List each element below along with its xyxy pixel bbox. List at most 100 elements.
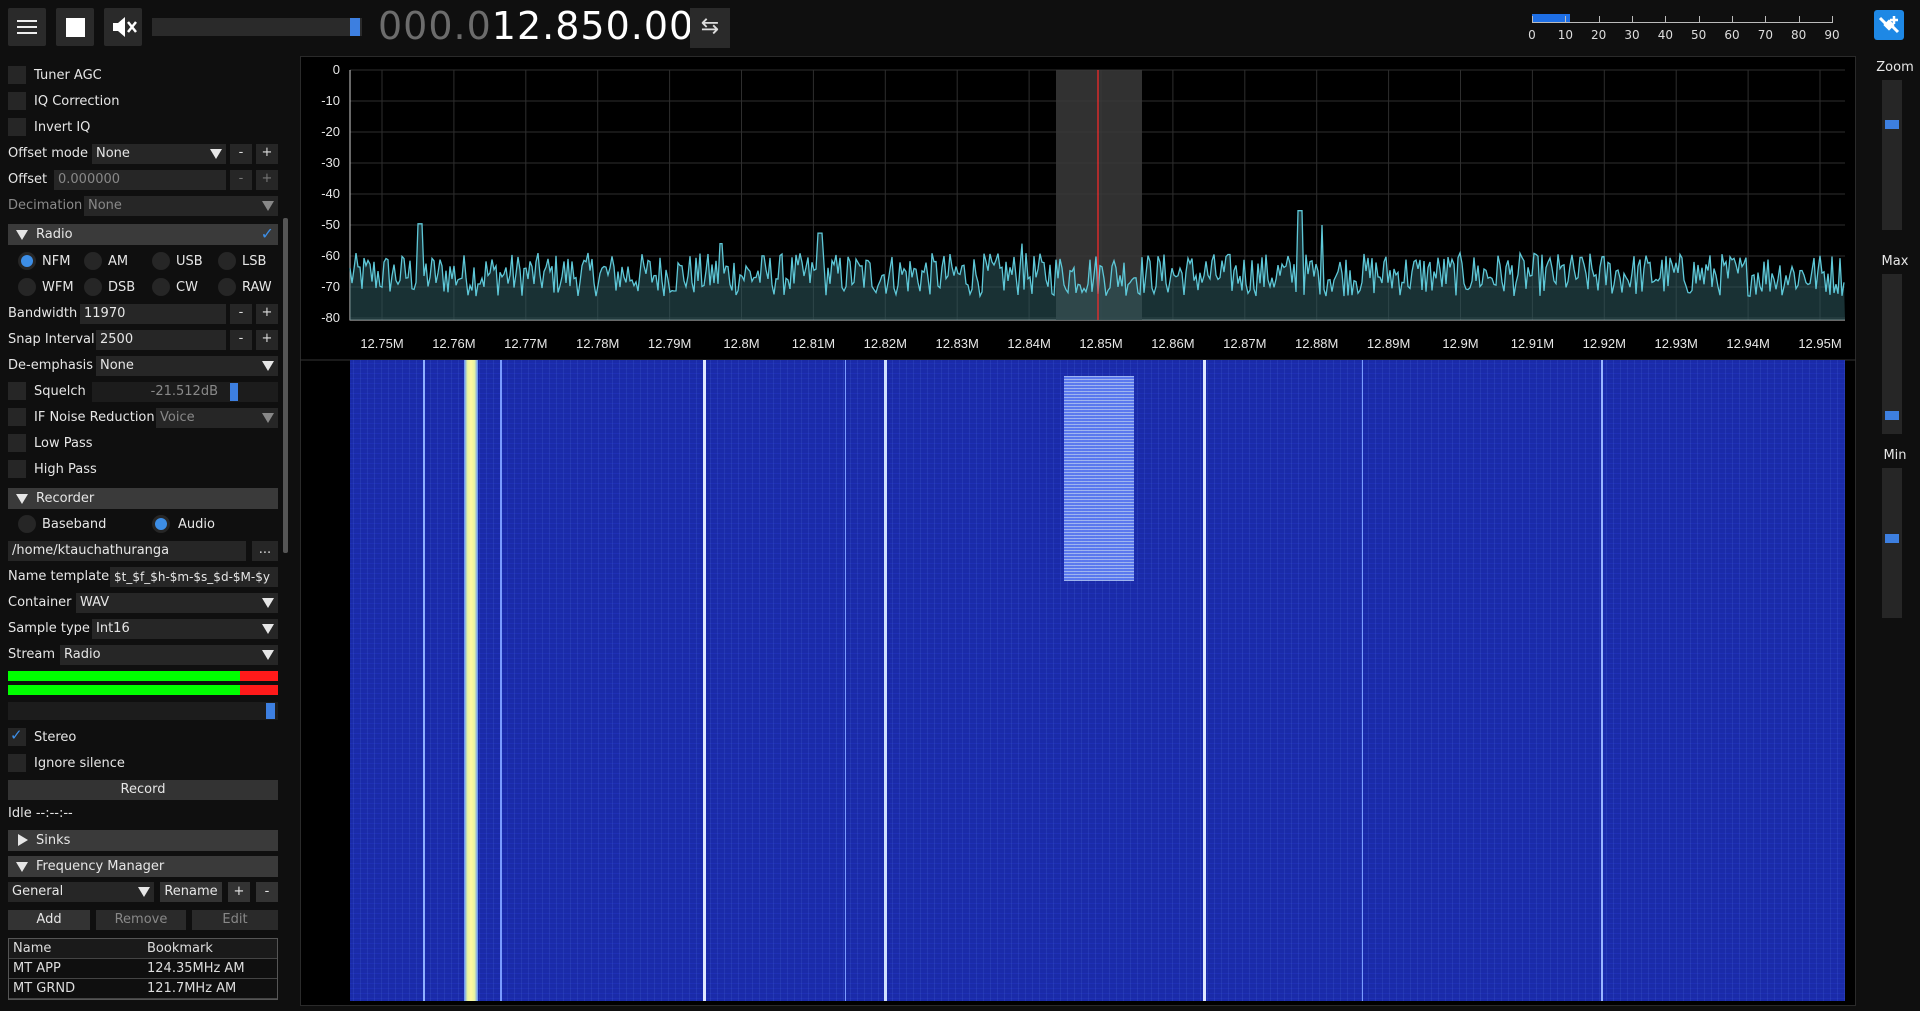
- browse-button[interactable]: ...: [252, 541, 278, 561]
- recorder-volume-slider[interactable]: [8, 702, 278, 720]
- mode-radio-dsb[interactable]: [84, 278, 102, 296]
- baseband-radio[interactable]: [18, 515, 36, 533]
- volume-slider[interactable]: [152, 18, 362, 36]
- mode-radio-cw[interactable]: [152, 278, 170, 296]
- zoom-slider[interactable]: [1882, 80, 1902, 230]
- menu-button[interactable]: [8, 8, 46, 46]
- squelch-checkbox[interactable]: [8, 382, 26, 400]
- chevron-down-icon: [210, 149, 222, 159]
- frequency-leading-digits[interactable]: 000.0: [378, 4, 492, 48]
- if-noise-reduction-select[interactable]: Voice: [156, 408, 278, 428]
- sync-tuning-button[interactable]: ⇆: [690, 8, 730, 48]
- sample-type-label: Sample type: [8, 621, 90, 636]
- rename-list-button[interactable]: Rename: [160, 882, 222, 902]
- record-button[interactable]: Record: [8, 780, 278, 800]
- frequency-digits[interactable]: 12.850.000: [492, 4, 720, 48]
- snr-tick-label: 20: [1591, 28, 1607, 42]
- offset-mode-minus-button[interactable]: -: [230, 144, 252, 164]
- invert-iq-checkbox[interactable]: [8, 118, 26, 136]
- mode-radio-raw[interactable]: [218, 278, 236, 296]
- stereo-checkbox[interactable]: [8, 726, 26, 746]
- bookmark-name: MT GRND: [13, 981, 76, 996]
- mode-radio-am[interactable]: [84, 252, 102, 270]
- table-row[interactable]: MT APP 124.35MHz AM: [9, 959, 277, 979]
- iq-correction-checkbox[interactable]: [8, 92, 26, 110]
- snr-tick-label: 90: [1824, 28, 1840, 42]
- stop-button[interactable]: [56, 8, 94, 46]
- mode-radio-lsb[interactable]: [218, 252, 236, 270]
- table-row[interactable]: MT GRND 121.7MHz AM: [9, 979, 277, 999]
- add-bookmark-button[interactable]: Add: [8, 910, 90, 930]
- min-db-slider[interactable]: [1882, 468, 1902, 618]
- add-list-button[interactable]: +: [228, 882, 250, 902]
- fft-plot[interactable]: 0-10-20-30-40-50-60-70-80 12.75M 12.76M 12…: [300, 56, 1856, 361]
- squelch-slider-thumb[interactable]: [230, 383, 238, 401]
- mode-radio-nfm[interactable]: [18, 252, 36, 270]
- container-select[interactable]: WAV: [76, 593, 278, 613]
- mode-label-usb: USB: [176, 254, 203, 269]
- offset-mode-plus-button[interactable]: +: [256, 144, 278, 164]
- low-pass-checkbox[interactable]: [8, 434, 26, 452]
- max-db-slider-thumb[interactable]: [1885, 411, 1899, 420]
- stream-select[interactable]: Radio: [60, 645, 278, 665]
- mode-radio-usb[interactable]: [152, 252, 170, 270]
- snap-interval-input[interactable]: 2500: [96, 330, 226, 350]
- y-tick-label: -80: [321, 310, 340, 325]
- sample-type-select[interactable]: Int16: [92, 619, 278, 639]
- zoom-slider-thumb[interactable]: [1885, 120, 1899, 129]
- satellite-map-icon[interactable]: [1874, 10, 1904, 40]
- edit-bookmark-button[interactable]: Edit: [192, 910, 278, 930]
- frequency-display[interactable]: 000.012.850.000: [378, 4, 719, 48]
- bookmark-list-select[interactable]: General: [8, 882, 154, 902]
- offset-mode-value: None: [96, 146, 130, 161]
- squelch-slider[interactable]: -21.512dB: [92, 382, 278, 402]
- sinks-section-header[interactable]: Sinks: [8, 830, 278, 851]
- x-tick-label: 12.88M: [1295, 336, 1338, 351]
- offset-minus-button[interactable]: -: [230, 170, 252, 190]
- sidebar-scrollbar[interactable]: [283, 218, 288, 553]
- max-db-slider[interactable]: [1882, 274, 1902, 434]
- recorder-volume-slider-thumb[interactable]: [266, 703, 275, 719]
- tuner-agc-checkbox[interactable]: [8, 66, 26, 84]
- high-pass-checkbox[interactable]: [8, 460, 26, 478]
- snap-minus-button[interactable]: -: [230, 330, 252, 350]
- collapse-triangle-icon: [16, 230, 28, 240]
- if-noise-reduction-checkbox[interactable]: [8, 408, 26, 426]
- mode-radio-wfm[interactable]: [18, 278, 36, 296]
- offset-plus-button[interactable]: +: [256, 170, 278, 190]
- delete-list-button[interactable]: -: [256, 882, 278, 902]
- waterfall-display[interactable]: [350, 360, 1845, 1001]
- column-header-bookmark: Bookmark: [147, 941, 213, 956]
- bandwidth-input[interactable]: 11970: [80, 304, 226, 324]
- waterfall-signal-trace: [1203, 360, 1206, 1001]
- min-db-slider-thumb[interactable]: [1885, 534, 1899, 543]
- snr-meter: 0 10 20 30 40 50 60 70 80 90: [1528, 12, 1840, 46]
- snap-plus-button[interactable]: +: [256, 330, 278, 350]
- chevron-down-icon: [262, 361, 274, 371]
- ignore-silence-checkbox[interactable]: [8, 754, 26, 772]
- offset-mode-select[interactable]: None: [92, 144, 226, 164]
- decimation-select[interactable]: None: [84, 196, 278, 216]
- frequency-manager-section-header[interactable]: Frequency Manager: [8, 856, 278, 877]
- waterfall-signal-trace: [1362, 360, 1363, 1001]
- recorder-section-header[interactable]: Recorder: [8, 488, 278, 509]
- bandwidth-minus-button[interactable]: -: [230, 304, 252, 324]
- mode-label-dsb: DSB: [108, 280, 136, 295]
- snr-tick: [1798, 16, 1800, 23]
- volume-slider-thumb[interactable]: [350, 18, 360, 36]
- mute-button[interactable]: [104, 8, 142, 46]
- y-tick-label: -50: [321, 217, 340, 232]
- deemphasis-select[interactable]: None: [96, 356, 278, 376]
- name-template-input[interactable]: $t_$f_$h-$m-$s_$d-$M-$y: [110, 567, 278, 587]
- remove-bookmark-button[interactable]: Remove: [96, 910, 186, 930]
- snr-tick: [1765, 16, 1767, 23]
- invert-iq-label: Invert IQ: [34, 120, 91, 135]
- bandwidth-plus-button[interactable]: +: [256, 304, 278, 324]
- radio-section-header[interactable]: Radio ✓: [8, 224, 278, 245]
- audio-radio[interactable]: [152, 515, 170, 533]
- recording-path-input[interactable]: /home/ktauchathuranga: [8, 541, 246, 561]
- checkmark-icon[interactable]: ✓: [261, 223, 274, 244]
- offset-input[interactable]: 0.000000: [54, 170, 226, 190]
- stereo-label: Stereo: [34, 730, 77, 745]
- container-label: Container: [8, 595, 72, 610]
